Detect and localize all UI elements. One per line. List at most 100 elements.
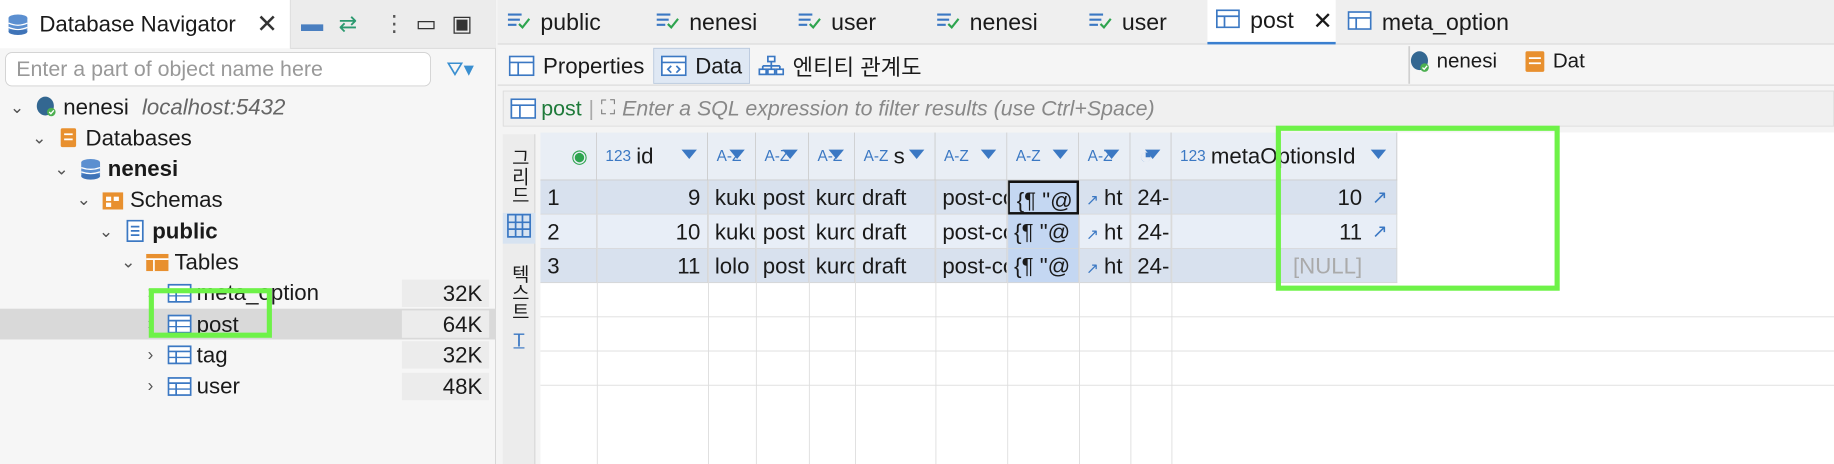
tree-item-schema-public[interactable]: ⌄ public (0, 216, 496, 247)
sort-dropdown-icon[interactable] (828, 149, 844, 160)
text-view-icon[interactable]: T̲ (503, 329, 535, 351)
active-database[interactable]: Dat (1524, 50, 1585, 74)
chevron-down-icon[interactable]: ⌄ (120, 251, 137, 272)
sort-dropdown-icon[interactable] (729, 149, 745, 160)
table-cell-c5[interactable]: post-co (935, 214, 1008, 249)
column-header-5[interactable]: A-Z (935, 132, 1008, 181)
table-cell-c8[interactable]: 24-1 (1130, 248, 1172, 284)
column-header-1[interactable]: A-Z (708, 132, 756, 181)
table-cell-c2[interactable]: post (755, 180, 809, 215)
row-number[interactable]: 1 (540, 180, 597, 215)
table-cell-c4[interactable]: draft (855, 180, 936, 215)
tab-properties[interactable]: Properties (501, 48, 652, 84)
table-cell-c7[interactable]: ↗ ht (1079, 214, 1131, 249)
chevron-down-icon[interactable]: ⌄ (97, 220, 114, 241)
tree-item-tag[interactable]: › tag 32K (0, 340, 496, 371)
tree-item-schemas[interactable]: ⌄ Schemas (0, 185, 496, 216)
tree-item-user[interactable]: › user 48K (0, 371, 496, 402)
column-header-4[interactable]: A-Z s (855, 132, 936, 181)
column-header-0[interactable]: 123 id (596, 132, 709, 181)
table-cell-c3[interactable]: kuro (808, 248, 856, 284)
chevron-down-icon[interactable]: ⌄ (31, 127, 48, 148)
table-cell-c1[interactable]: kukui (708, 180, 756, 215)
table-cell-c1[interactable]: lolo (708, 248, 756, 284)
editor-tab-1[interactable]: nenesi (646, 0, 785, 44)
chevron-right-icon[interactable]: › (142, 345, 159, 365)
sql-filter-input[interactable]: Enter a SQL expression to filter results… (622, 96, 1155, 121)
open-link-icon[interactable]: ↗ (1086, 226, 1099, 243)
filter-icon[interactable]: ⛛▾ (446, 57, 474, 82)
sort-dropdown-icon[interactable] (681, 149, 697, 160)
active-connection[interactable]: nenesi (1407, 50, 1497, 74)
tab-erd[interactable]: 엔티티 관계도 (751, 48, 930, 84)
table-cell-c6[interactable]: {¶ "@ (1007, 214, 1080, 249)
table-cell-c7[interactable]: ↗ ht (1079, 248, 1131, 284)
chevron-down-icon[interactable]: ⌄ (75, 189, 92, 210)
sort-dropdown-icon[interactable] (1144, 149, 1161, 160)
editor-tab-4[interactable]: user (1079, 0, 1204, 44)
row-number-header[interactable]: ◉ (540, 132, 597, 181)
sort-dropdown-icon[interactable] (908, 149, 925, 160)
minimize-icon[interactable]: ▭ (416, 10, 437, 37)
table-cell-c5[interactable]: post-co (935, 248, 1008, 284)
grid-view-tab[interactable]: 그리드 (503, 146, 535, 206)
editor-tab-6[interactable]: meta_option (1339, 0, 1527, 44)
tree-item-tables[interactable]: ⌄ Tables (0, 247, 496, 278)
tree-item-databases[interactable]: ⌄ Databases (0, 123, 496, 154)
grid-line (1007, 180, 1009, 464)
sort-dropdown-icon[interactable] (1052, 149, 1069, 160)
column-header-2[interactable]: A-Z (755, 132, 809, 181)
table-cell-c8[interactable]: 24-1 (1130, 180, 1172, 215)
sort-dropdown-icon[interactable] (782, 149, 798, 160)
tab-data[interactable]: Data (653, 47, 750, 84)
sort-dropdown-icon[interactable] (1103, 149, 1120, 160)
editor-tab-2[interactable]: user (788, 0, 923, 44)
column-header-8[interactable]: ◔ (1130, 132, 1172, 181)
navigator-tab[interactable]: Database Navigator ✕ (0, 0, 291, 49)
table-cell-id[interactable]: 10 (596, 214, 709, 249)
maximize-icon[interactable]: ▣ (451, 10, 472, 37)
schema-icon (123, 219, 147, 243)
table-cell-c5[interactable]: post-co (935, 180, 1008, 215)
open-link-icon[interactable]: ↗ (1086, 260, 1099, 277)
tree-item-database[interactable]: ⌄ nenesi (0, 154, 496, 185)
column-header-7[interactable]: A-Z (1079, 132, 1131, 181)
collapse-all-icon[interactable]: ▬ (301, 10, 323, 37)
close-tab-icon[interactable]: ✕ (1313, 7, 1333, 35)
table-cell-c2[interactable]: post (755, 248, 809, 284)
column-header-3[interactable]: A-Z (808, 132, 856, 181)
table-cell-c8[interactable]: 24-1 (1130, 214, 1172, 249)
tree-item-connection[interactable]: ⌄ nenesi localhost:5432 (0, 91, 496, 122)
column-header-6[interactable]: A-Z (1007, 132, 1080, 181)
view-menu-icon[interactable]: ⋮ (383, 10, 405, 37)
close-icon[interactable]: ✕ (256, 9, 277, 39)
table-cell-id[interactable]: 11 (596, 248, 709, 284)
table-cell-c2[interactable]: post (755, 214, 809, 249)
chevron-down-icon[interactable]: ⌄ (9, 96, 26, 117)
grid-view-icon[interactable] (502, 212, 536, 244)
editor-tab-5[interactable]: post ✕ (1207, 0, 1336, 45)
editor-tab-3[interactable]: nenesi (927, 0, 1076, 44)
open-link-icon[interactable]: ↗ (1086, 192, 1099, 209)
table-cell-c4[interactable]: draft (855, 214, 936, 249)
table-cell-c3[interactable]: kuro (808, 214, 856, 249)
text-view-tab[interactable]: 텍스트 (503, 263, 535, 323)
row-number[interactable]: 2 (540, 214, 597, 249)
object-name-filter-input[interactable]: Enter a part of object name here (5, 52, 431, 87)
table-cell-c6[interactable]: {¶ "@ (1007, 248, 1080, 284)
sort-dropdown-icon[interactable] (980, 149, 997, 160)
table-cell-c1[interactable]: kukui (708, 214, 756, 249)
table-cell-id[interactable]: 9 (596, 180, 709, 215)
row-number[interactable]: 3 (540, 248, 597, 284)
cell-value: post-co (942, 253, 1006, 279)
table-cell-c4[interactable]: draft (855, 248, 936, 284)
table-cell-c6[interactable]: {¶ "@ (1007, 180, 1080, 215)
editor-tab-0[interactable]: public (498, 0, 643, 44)
chevron-down-icon[interactable]: ⌄ (53, 158, 70, 179)
table-cell-c7[interactable]: ↗ ht (1079, 180, 1131, 215)
tree-item-label: tag (196, 341, 228, 368)
table-cell-c3[interactable]: kuro (808, 180, 856, 215)
expand-filter-icon[interactable]: ⛶ (601, 97, 615, 121)
link-editor-icon[interactable]: ⇄ (339, 10, 358, 37)
chevron-right-icon[interactable]: › (142, 376, 159, 396)
